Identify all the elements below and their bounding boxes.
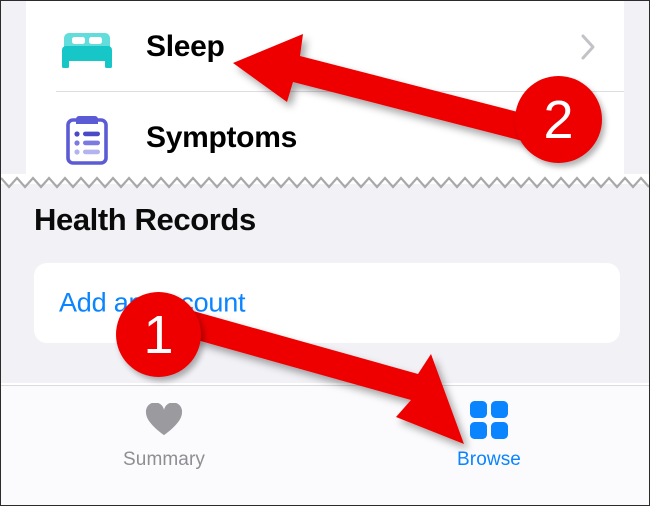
chevron-right-icon	[580, 33, 596, 61]
section-title: Health Records	[34, 202, 256, 237]
tab-summary[interactable]: Summary	[64, 398, 264, 490]
tab-browse[interactable]: Browse	[389, 398, 589, 490]
tab-label: Summary	[123, 449, 205, 470]
list-item-label: Sleep	[146, 29, 225, 63]
annotation-badge-2: 2	[515, 76, 602, 163]
torn-paper-divider	[1, 174, 649, 196]
health-records-section: Health Records Add an Account	[1, 187, 649, 383]
clipboard-icon	[59, 110, 115, 166]
badge-number: 1	[143, 304, 174, 365]
badge-number: 2	[543, 89, 574, 150]
list-item-label: Symptoms	[146, 120, 297, 154]
screenshot-root: Sleep Symptoms Health Records Add Accoun…	[0, 0, 650, 506]
grid-icon	[389, 398, 589, 442]
bed-icon	[59, 19, 115, 75]
annotation-badge-1: 1	[116, 292, 201, 377]
tab-label: Browse	[457, 449, 521, 470]
tab-bar: Summary Browse	[1, 385, 649, 505]
list-item-sleep[interactable]: Sleep	[26, 1, 624, 92]
heart-icon	[64, 398, 264, 442]
